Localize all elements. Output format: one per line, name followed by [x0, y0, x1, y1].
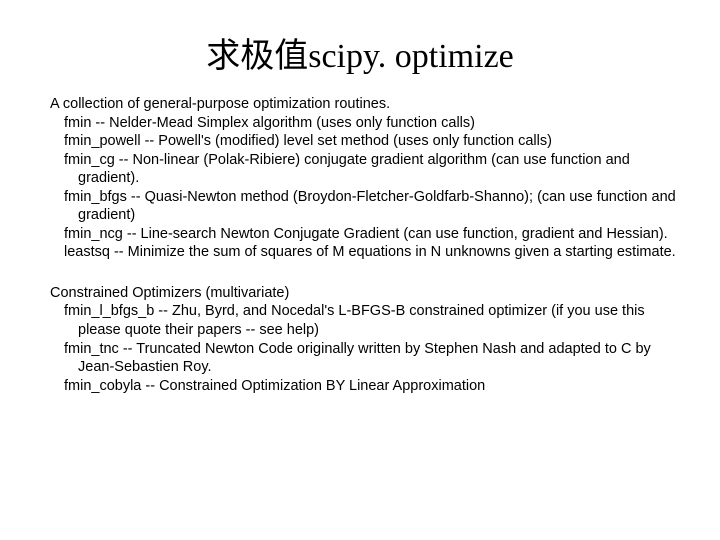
optimizer-entry: fmin_cg -- Non-linear (Polak-Ribiere) co… — [50, 151, 682, 188]
optimizer-entry: fmin -- Nelder-Mead Simplex algorithm (u… — [50, 114, 682, 133]
optimizer-entry: leastsq -- Minimize the sum of squares o… — [50, 243, 682, 262]
optimizer-entry: fmin_powell -- Powell's (modified) level… — [50, 132, 682, 151]
optimizer-entry: fmin_l_bfgs_b -- Zhu, Byrd, and Nocedal'… — [50, 302, 682, 339]
spacer — [50, 262, 682, 284]
slide-title: 求极值scipy. optimize — [0, 0, 720, 95]
optimizer-entry: fmin_tnc -- Truncated Newton Code origin… — [50, 340, 682, 377]
section-heading: Constrained Optimizers (multivariate) — [50, 284, 682, 303]
slide: 求极值scipy. optimize A collection of gener… — [0, 0, 720, 540]
optimizer-entry: fmin_ncg -- Line-search Newton Conjugate… — [50, 225, 682, 244]
section-heading: A collection of general-purpose optimiza… — [50, 95, 682, 114]
slide-body: A collection of general-purpose optimiza… — [0, 95, 720, 395]
optimizer-entry: fmin_bfgs -- Quasi-Newton method (Broydo… — [50, 188, 682, 225]
optimizer-entry: fmin_cobyla -- Constrained Optimization … — [50, 377, 682, 396]
